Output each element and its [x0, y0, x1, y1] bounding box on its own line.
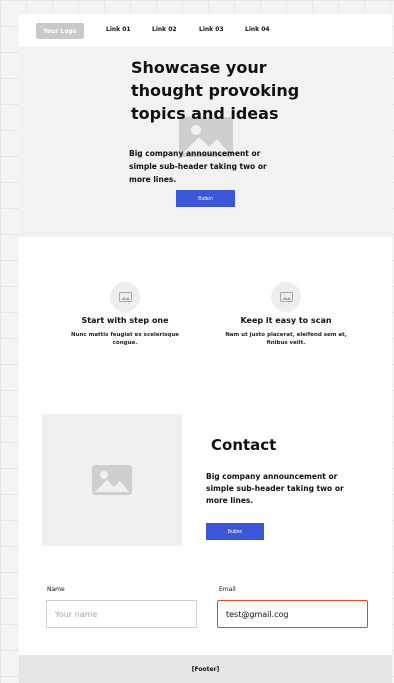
hero-subheader: Big company announcement or simple sub-h… [129, 149, 267, 184]
nav-link-02[interactable]: Link 02 [152, 26, 177, 33]
hero-button[interactable]: Button [176, 190, 235, 207]
contact-image-placeholder [42, 414, 182, 546]
feature-2-image-icon [271, 282, 301, 312]
email-label: Email [219, 586, 236, 593]
image-icon [92, 465, 132, 495]
feature-2-description: Nam ut justo placerat, eleifend sem at, … [225, 332, 347, 346]
footer: [Footer] [19, 655, 392, 683]
feature-1-image-icon [110, 282, 140, 312]
feature-1-title: Start with step one [81, 316, 169, 325]
contact-subheader: Big company announcement or simple sub-h… [206, 472, 344, 505]
page: Your Logo Link 01 Link 02 Link 03 Link 0… [19, 14, 392, 683]
contact-button[interactable]: Button [206, 523, 264, 540]
feature-2-title: Keep it easy to scan [240, 316, 332, 325]
nav-link-01[interactable]: Link 01 [106, 26, 131, 33]
name-label: Name [47, 586, 65, 593]
nav-link-03[interactable]: Link 03 [199, 26, 224, 33]
hero-section: Showcase your thought provoking topics a… [19, 47, 392, 237]
footer-label: [Footer] [191, 665, 220, 673]
nav-link-04[interactable]: Link 04 [245, 26, 270, 33]
contact-title: Contact [211, 436, 277, 454]
top-nav: Your Logo Link 01 Link 02 Link 03 Link 0… [19, 14, 392, 47]
logo[interactable]: Your Logo [36, 23, 84, 39]
feature-1-description: Nunc mattis feugiat ex scelerisque congu… [70, 332, 180, 346]
email-input[interactable] [217, 600, 368, 628]
hero-title: Showcase your thought provoking topics a… [131, 58, 300, 123]
name-input[interactable] [46, 600, 197, 628]
